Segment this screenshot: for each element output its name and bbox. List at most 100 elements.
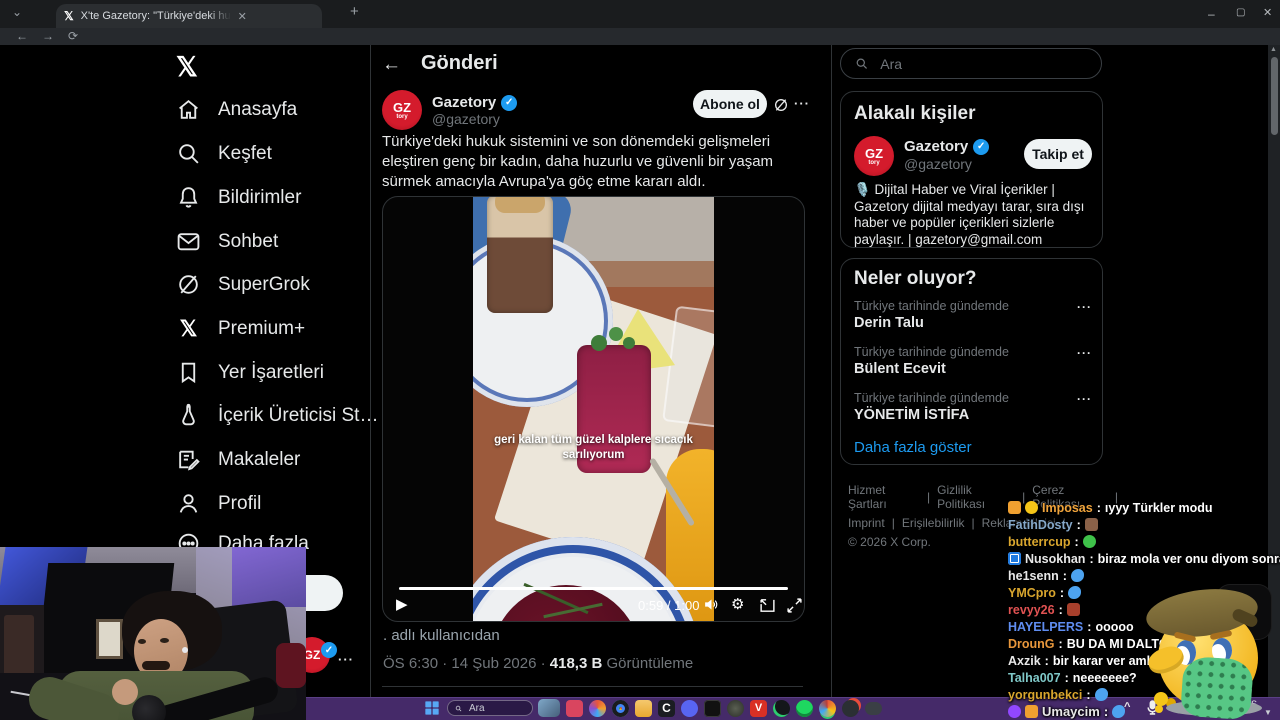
mod-badge xyxy=(1008,552,1021,565)
taskbar-search-input[interactable] xyxy=(466,701,525,715)
chat-message: revyy26 : xyxy=(1008,601,1080,618)
tab-close-icon[interactable]: ✕ xyxy=(238,10,247,23)
footer-link[interactable]: Imprint xyxy=(848,516,885,530)
taskbar-app-check[interactable] xyxy=(773,700,790,717)
chat-message: Nusokhan : biraz mola ver onu diyom sonr… xyxy=(1008,550,1280,567)
verified-badge: ✓ xyxy=(973,138,990,155)
scrollbar-up-icon[interactable]: ▲ xyxy=(1270,46,1277,53)
chat-message: Umaycim : xyxy=(1008,703,1126,720)
sidebar-item-bildirimler[interactable]: Bildirimler xyxy=(176,185,301,210)
taskbar-app-explorer[interactable] xyxy=(635,700,652,717)
emote-coins xyxy=(1154,692,1168,706)
grok-actions-icon[interactable] xyxy=(773,97,789,113)
new-tab-button[interactable]: + xyxy=(350,4,359,19)
follow-button[interactable]: Takip et xyxy=(1024,139,1092,169)
sidebar-item-premium[interactable]: 𝕏 Premium+ xyxy=(176,316,305,342)
footer-link[interactable]: Hizmet Şartları xyxy=(848,483,920,511)
sidebar-item-makaleler[interactable]: Makaleler xyxy=(176,447,300,472)
window-minimize-button[interactable]: – xyxy=(1208,8,1215,20)
search-icon xyxy=(455,705,462,711)
taskbar-app-oval[interactable] xyxy=(865,702,882,715)
scrollbar-thumb[interactable] xyxy=(1270,57,1278,135)
taskbar-app-clipboard[interactable] xyxy=(566,700,583,717)
taskbar-app-chrome[interactable] xyxy=(612,700,629,717)
relevant-handle[interactable]: @gazetory xyxy=(904,156,972,172)
browser-forward-icon[interactable]: → xyxy=(42,30,54,42)
chat-message: HAYELPERS : ooooo xyxy=(1008,619,1134,634)
chat-message: he1senn : xyxy=(1008,567,1084,584)
taskbar-search[interactable] xyxy=(447,700,533,716)
back-button[interactable]: ← xyxy=(382,54,401,76)
person-mustache xyxy=(142,661,170,670)
window-maximize-button[interactable]: ▢ xyxy=(1236,7,1245,19)
taskbar-app-discord[interactable] xyxy=(681,700,698,717)
browser-tab[interactable]: 𝕏 X'te Gazetory: "Türkiye'deki hu ✕ xyxy=(56,4,322,28)
video-player[interactable]: geri kalan tüm güzel kalplere sıcacık sa… xyxy=(382,196,805,622)
subscribe-button[interactable]: Abone ol xyxy=(693,90,767,118)
tweet-more-icon[interactable]: ··· xyxy=(794,96,810,111)
bookmark-icon xyxy=(181,362,196,384)
author-handle[interactable]: @gazetory xyxy=(432,111,500,127)
emote-sticker-overlay xyxy=(1143,583,1272,720)
taskbar-app-copilot[interactable] xyxy=(589,700,606,717)
relevant-name-row[interactable]: Gazetory ✓ xyxy=(904,138,990,155)
relevant-avatar[interactable]: GZ tory xyxy=(854,136,894,176)
volume-icon[interactable] xyxy=(703,596,720,613)
taskbar-app-dark2[interactable] xyxy=(727,700,744,717)
gold-emote xyxy=(1008,501,1021,514)
mint-leaf xyxy=(609,327,623,341)
taskbar-app-notif[interactable] xyxy=(842,700,859,717)
sidebar-item-profil[interactable]: Profil xyxy=(176,491,261,516)
trend-more-icon[interactable]: ··· xyxy=(1077,300,1092,314)
framed-poster xyxy=(96,619,123,659)
sidebar-item-sohbet[interactable]: Sohbet xyxy=(176,229,278,254)
taskbar-app-red-v[interactable]: V xyxy=(750,700,767,717)
search-box[interactable] xyxy=(840,48,1102,79)
main-right-border xyxy=(831,45,832,720)
sidebar-item-supergrok[interactable]: SuperGrok xyxy=(176,272,310,297)
author-name: Gazetory xyxy=(432,94,497,111)
taskbar-app-spotify[interactable] xyxy=(796,700,813,717)
taskbar-app-dark1[interactable] xyxy=(704,700,721,717)
pip-icon[interactable] xyxy=(759,597,776,614)
sidebar-item-anasayfa[interactable]: Anasayfa xyxy=(176,97,297,122)
footer-link[interactable]: Erişilebilirlik xyxy=(902,516,965,530)
window-close-button[interactable]: ✕ xyxy=(1263,7,1272,19)
account-menu-icon[interactable]: ··· xyxy=(338,652,354,667)
sidebar-item-kesfet[interactable]: Keşfet xyxy=(176,141,272,166)
search-input[interactable] xyxy=(878,54,1087,73)
tweet-author-row[interactable]: Gazetory ✓ xyxy=(432,94,518,111)
video-settings-icon[interactable]: ⚙ xyxy=(731,595,744,613)
taskbar-widget-icon[interactable] xyxy=(538,699,560,717)
webcam-overlay xyxy=(0,547,306,720)
chat-message: Talha007 : neeeeeee? xyxy=(1008,670,1137,685)
relevant-people-card: Alakalı kişiler GZ tory Gazetory ✓ @gazet… xyxy=(840,91,1103,248)
browser-reload-icon[interactable]: ⟳ xyxy=(68,30,78,42)
trend-item[interactable]: Türkiye tarihinde gündemde YÖNETİM İSTİF… xyxy=(854,391,1009,423)
person-icon xyxy=(179,494,198,513)
taskbar-app-capcut[interactable]: C xyxy=(658,700,675,717)
tweet-meta-row: ÖS 6:30 · 14 Şub 2026 · 418,3 B Görüntül… xyxy=(383,655,693,672)
fullscreen-icon[interactable] xyxy=(786,597,803,614)
trend-more-icon[interactable]: ··· xyxy=(1077,392,1092,406)
trend-more-icon[interactable]: ··· xyxy=(1077,346,1092,360)
sidebar-item-yer-isaretleri[interactable]: Yer İşaretleri xyxy=(176,360,324,385)
sidebar-item-icerik-ureticisi[interactable]: İçerik Üreticisi St… xyxy=(176,403,378,428)
article-pen-icon xyxy=(179,450,200,471)
tab-search-chevron-icon[interactable]: ⌄ xyxy=(12,6,22,18)
x-home-logo[interactable]: 𝕏 xyxy=(176,52,198,83)
play-button[interactable]: ▶ xyxy=(396,595,408,613)
video-progress-bar[interactable] xyxy=(399,587,788,590)
video-attribution[interactable]: . adlı kullanıcıdan xyxy=(383,627,500,644)
chat-message: Imposas : ıyyy Türkler modu xyxy=(1008,499,1213,516)
chat-message: YMCpro : xyxy=(1008,584,1082,601)
trend-item[interactable]: Türkiye tarihinde gündemde Derin Talu xyxy=(854,299,1009,331)
bird-emote xyxy=(1094,688,1108,701)
taskbar-app-g[interactable] xyxy=(819,700,836,717)
footer-link[interactable]: Gizlilik Politikası xyxy=(937,483,1015,511)
show-more-link[interactable]: Daha fazla göster xyxy=(854,439,972,456)
trend-item[interactable]: Türkiye tarihinde gündemde Bülent Ecevit xyxy=(854,345,1009,377)
tweet-author-avatar[interactable]: GZ tory xyxy=(382,90,422,130)
windows-start-button[interactable] xyxy=(424,700,440,716)
browser-back-icon[interactable]: ← xyxy=(16,30,28,42)
